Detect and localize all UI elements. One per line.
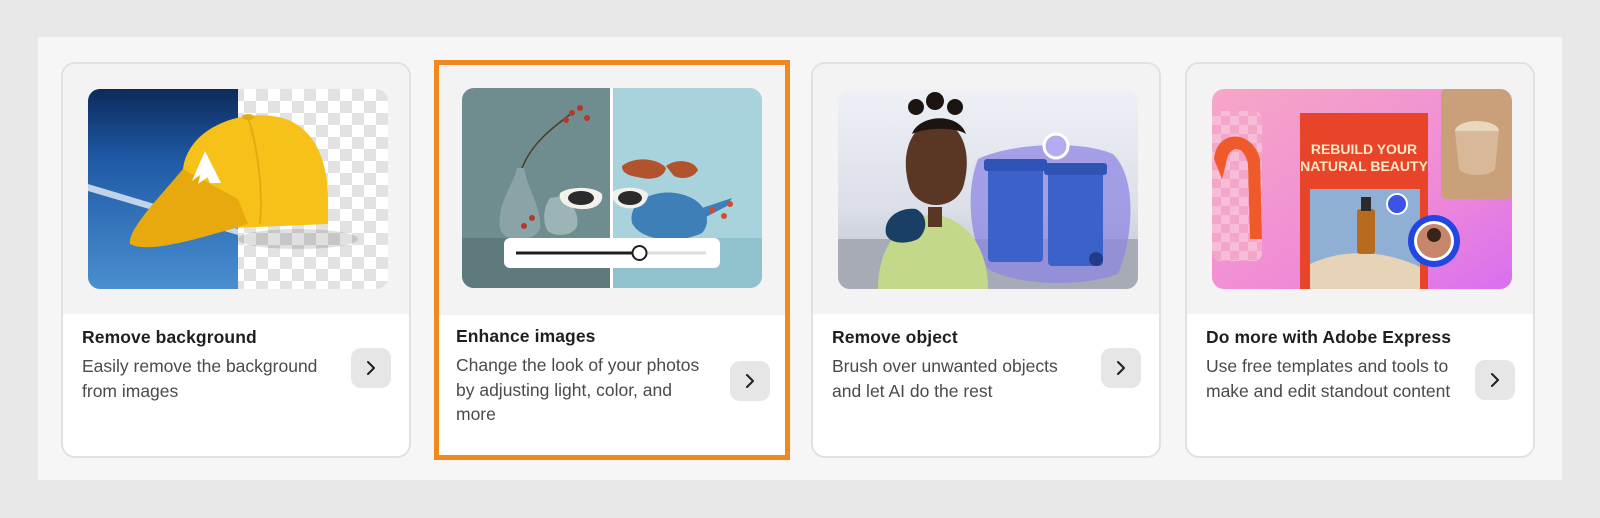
enhance-images-arrow-button[interactable] bbox=[730, 361, 770, 401]
chevron-right-icon bbox=[746, 374, 754, 388]
card-description: Brush over unwanted objects and let AI d… bbox=[832, 356, 1058, 401]
card-media bbox=[63, 64, 409, 314]
card-description: Easily remove the background from images bbox=[82, 356, 318, 401]
card-enhance-images[interactable]: Enhance images Change the look of your p… bbox=[434, 60, 790, 460]
chevron-right-icon bbox=[1117, 361, 1125, 375]
card-adobe-express[interactable]: REBUILD YOUR NATURAL BEAUTY Do more with… bbox=[1185, 62, 1535, 458]
card-description: Use free templates and tools to make and… bbox=[1206, 356, 1451, 401]
poster-text-line-2: NATURAL BEAUTY bbox=[1300, 158, 1428, 174]
card-remove-object[interactable]: Remove object Brush over unwanted object… bbox=[811, 62, 1161, 458]
card-media: REBUILD YOUR NATURAL BEAUTY bbox=[1187, 64, 1533, 314]
card-title: Enhance images bbox=[456, 326, 596, 346]
card-title: Remove object bbox=[832, 327, 958, 347]
card-title: Do more with Adobe Express bbox=[1206, 327, 1452, 347]
card-title: Remove background bbox=[82, 327, 257, 347]
card-media bbox=[813, 64, 1159, 314]
enhance-images-preview-image bbox=[462, 88, 762, 288]
card-media bbox=[439, 65, 785, 315]
remove-object-arrow-button[interactable] bbox=[1101, 348, 1141, 388]
card-remove-background[interactable]: Remove background Easily remove the back… bbox=[61, 62, 411, 458]
remove-background-arrow-button[interactable] bbox=[351, 348, 391, 388]
card-description: Change the look of your photos by adjust… bbox=[456, 355, 700, 424]
chevron-right-icon bbox=[367, 361, 375, 375]
enhance-slider-knob bbox=[631, 245, 648, 261]
remove-background-preview-image bbox=[88, 89, 388, 289]
chevron-right-icon bbox=[1491, 373, 1499, 387]
adobe-express-preview-image: REBUILD YOUR NATURAL BEAUTY bbox=[1212, 89, 1512, 289]
adobe-express-arrow-button[interactable] bbox=[1475, 360, 1515, 400]
poster-text-line-1: REBUILD YOUR bbox=[1311, 141, 1417, 157]
remove-object-preview-image bbox=[838, 89, 1138, 289]
